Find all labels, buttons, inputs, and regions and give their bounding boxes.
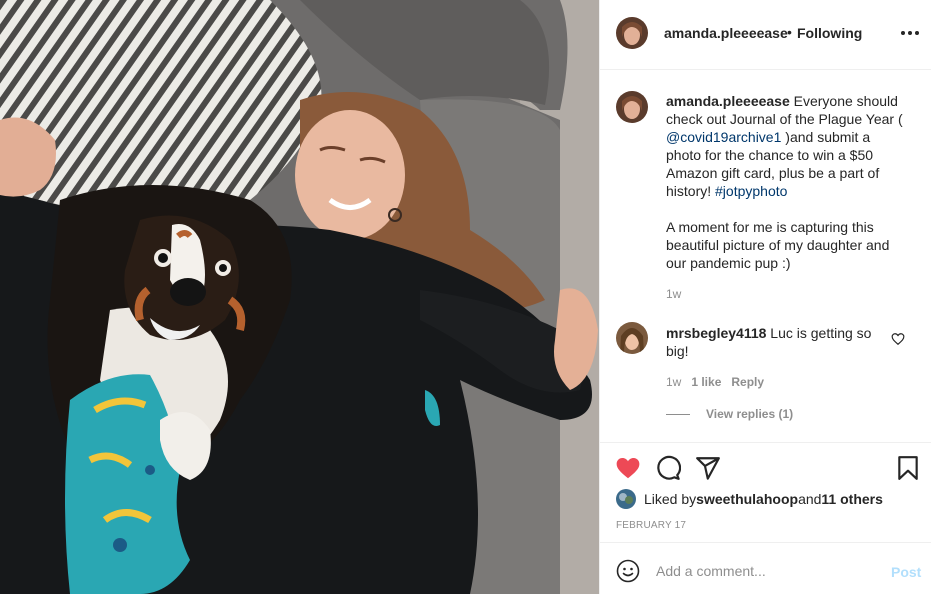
commenter-avatar-image [616, 322, 648, 354]
view-replies-label: View replies (1) [706, 407, 794, 421]
emoji-icon[interactable] [616, 559, 640, 583]
post-photo[interactable] [0, 0, 599, 594]
add-comment-input[interactable] [656, 557, 876, 585]
liker-avatar-image [616, 489, 636, 509]
following-button[interactable]: Following [797, 25, 862, 41]
view-replies-button[interactable]: View replies (1) [666, 407, 793, 421]
more-dot [908, 31, 912, 35]
comment-likes-count[interactable]: 1 like [691, 375, 721, 389]
comment-reply-button[interactable]: Reply [731, 375, 764, 389]
caption-author-avatar[interactable] [616, 91, 648, 123]
instagram-post: amanda.pleeeease • Following amanda.plee… [0, 0, 931, 594]
comment-timestamp[interactable]: 1w [666, 375, 681, 389]
post-caption: amanda.pleeeease Everyone should check o… [666, 92, 906, 272]
author-username-link[interactable]: amanda.pleeeease [664, 25, 788, 41]
caption-avatar-image [616, 91, 648, 123]
header-separator: • [787, 24, 792, 40]
likes-summary: Liked by sweethulahoop and 11 others [616, 489, 883, 509]
like-heart-filled-icon[interactable] [615, 455, 641, 481]
comment-like-heart-icon[interactable] [891, 332, 905, 346]
likes-middle: and [798, 491, 822, 507]
post-comment-button[interactable]: Post [891, 564, 921, 580]
bookmark-icon[interactable] [895, 455, 921, 481]
caption-timestamp[interactable]: 1w [666, 287, 681, 301]
comment-icon[interactable] [655, 455, 681, 481]
commenter-username-link[interactable]: mrsbegley4118 [666, 325, 766, 341]
caption-username-link[interactable]: amanda.pleeeease [666, 93, 790, 109]
likes-prefix: Liked by [644, 491, 697, 507]
commenter-avatar[interactable] [616, 322, 648, 354]
caption-paragraph-1: amanda.pleeeease Everyone should check o… [666, 92, 906, 200]
comment-text: mrsbegley4118 Luc is getting so big! [666, 324, 884, 360]
caption-mention-link[interactable]: @covid19archive1 [666, 129, 781, 145]
comment-meta: 1w 1 like Reply [666, 375, 764, 389]
add-comment-bar: Post [600, 542, 931, 594]
post-date[interactable]: FEBRUARY 17 [616, 520, 686, 531]
share-icon[interactable] [695, 455, 721, 481]
more-dot [915, 31, 919, 35]
replies-divider-line [666, 413, 690, 415]
post-details-panel: amanda.pleeeease • Following amanda.plee… [599, 0, 931, 594]
liker-username-link[interactable]: sweethulahoop [696, 491, 798, 507]
post-header: amanda.pleeeease • Following [600, 0, 931, 70]
action-bar [600, 442, 931, 492]
author-avatar[interactable] [616, 17, 648, 49]
more-dot [901, 31, 905, 35]
liker-avatar[interactable] [616, 489, 636, 509]
others-likes-link[interactable]: 11 others [821, 491, 882, 507]
post-photo-illustration [0, 0, 599, 594]
more-options-icon[interactable] [901, 30, 919, 36]
caption-hashtag-link[interactable]: #jotpyphoto [715, 183, 787, 199]
caption-paragraph-2: A moment for me is capturing this beauti… [666, 219, 890, 271]
author-avatar-image [616, 17, 648, 49]
